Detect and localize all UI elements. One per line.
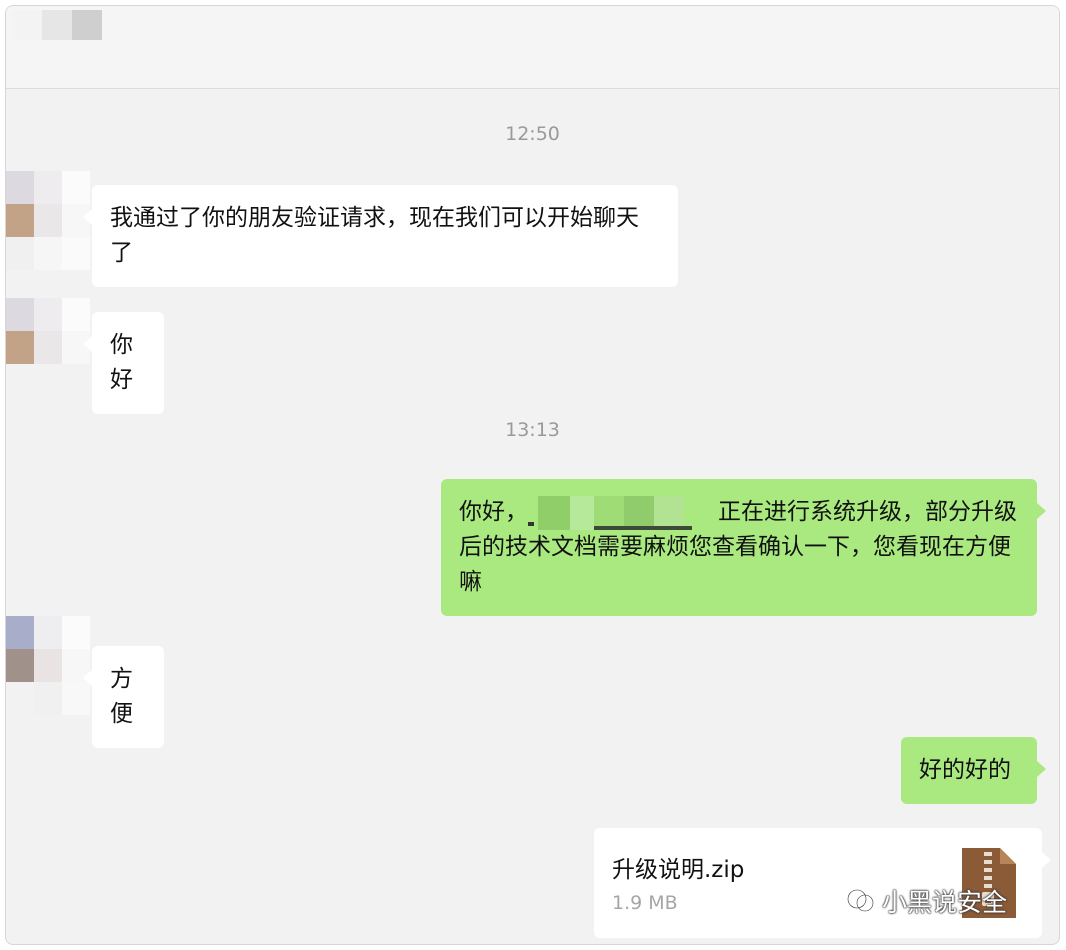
message-bubble-received[interactable]: 方便 (83, 646, 164, 748)
redacted-text-mosaic (528, 495, 718, 530)
contact-avatar[interactable] (6, 616, 92, 716)
wechat-official-account-icon (846, 888, 875, 913)
timestamp: 13:13 (505, 419, 560, 441)
message-text-prefix: 你好， (459, 499, 528, 525)
chat-window: 12:50 我通过了你的朋友验证请求，现在我们可以开始聊天了 你好 13:13 … (5, 5, 1060, 945)
message-bubble-received[interactable]: 你好 (83, 312, 164, 414)
timestamp: 12:50 (505, 123, 560, 145)
message-bubble-sent[interactable]: 好的好的 (901, 737, 1046, 804)
title-bar (6, 6, 1059, 89)
message-text: 好的好的 (919, 757, 1011, 783)
watermark: 小黑说安全 (846, 883, 1007, 919)
watermark-text: 小黑说安全 (882, 888, 1008, 917)
file-name: 升级说明.zip (612, 857, 745, 883)
message-bubble-sent[interactable]: 你好， 正在进行系统升级，部分升级后的技术文档需要麻烦您查看确认一下，您看现在方便… (441, 479, 1046, 616)
message-text: 我通过了你的朋友验证请求，现在我们可以开始聊天了 (110, 205, 639, 266)
contact-avatar[interactable] (6, 298, 92, 398)
message-text: 方便 (110, 666, 133, 727)
message-bubble-received[interactable]: 我通过了你的朋友验证请求，现在我们可以开始聊天了 (83, 185, 678, 287)
file-size: 1.9 MB (612, 892, 678, 914)
contact-avatar[interactable] (6, 171, 92, 271)
message-text: 你好 (110, 332, 133, 393)
blurred-contact-name (12, 10, 102, 40)
